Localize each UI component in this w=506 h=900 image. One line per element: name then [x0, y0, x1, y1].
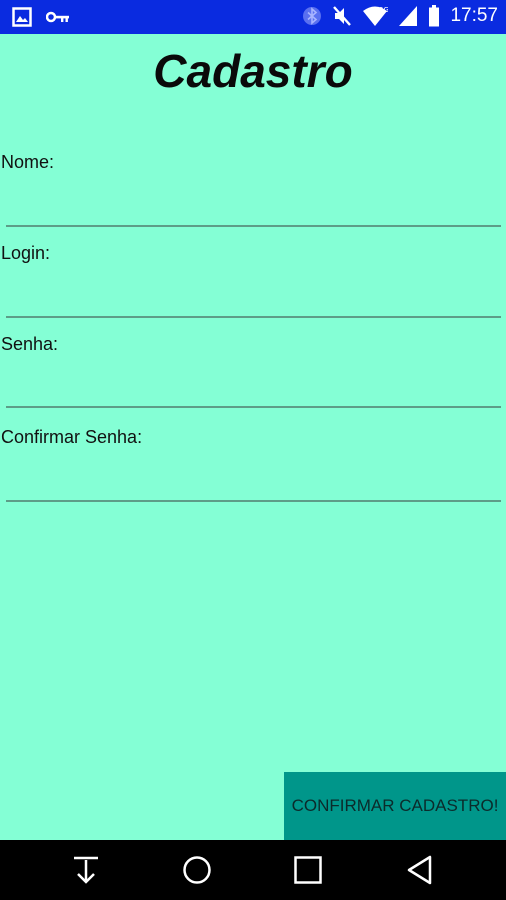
recents-icon[interactable] [292, 854, 324, 886]
navigation-bar [0, 840, 506, 900]
svg-text:2G: 2G [379, 6, 388, 14]
registration-screen: Cadastro Nome: Login: Senha: Confirmar S… [0, 34, 506, 840]
image-icon [12, 7, 32, 27]
notification-icons [12, 7, 70, 27]
system-icons: 2G 17:57 [302, 5, 498, 27]
signal-icon [399, 6, 418, 26]
confirm-registration-button[interactable]: CONFIRMAR CADASTRO! [284, 772, 506, 840]
password-label: Senha: [1, 334, 59, 354]
status-bar: 2G 17:57 [0, 0, 506, 34]
wifi-icon: 2G [363, 6, 388, 26]
login-field[interactable] [6, 278, 501, 318]
page-title: Cadastro [153, 45, 353, 97]
confirm-password-field[interactable] [6, 462, 501, 502]
mute-icon [333, 6, 352, 26]
login-label: Login: [1, 243, 51, 263]
bluetooth-icon [303, 7, 322, 25]
battery-icon [429, 5, 440, 27]
home-icon[interactable] [181, 854, 213, 886]
back-icon[interactable] [404, 854, 436, 886]
confirm-password-label: Confirmar Senha: [1, 427, 143, 447]
clock: 17:57 [450, 5, 498, 26]
name-field[interactable] [6, 187, 501, 227]
download-icon[interactable] [70, 854, 102, 886]
key-icon [46, 11, 69, 23]
name-label: Nome: [1, 152, 55, 172]
password-field[interactable] [6, 368, 501, 408]
